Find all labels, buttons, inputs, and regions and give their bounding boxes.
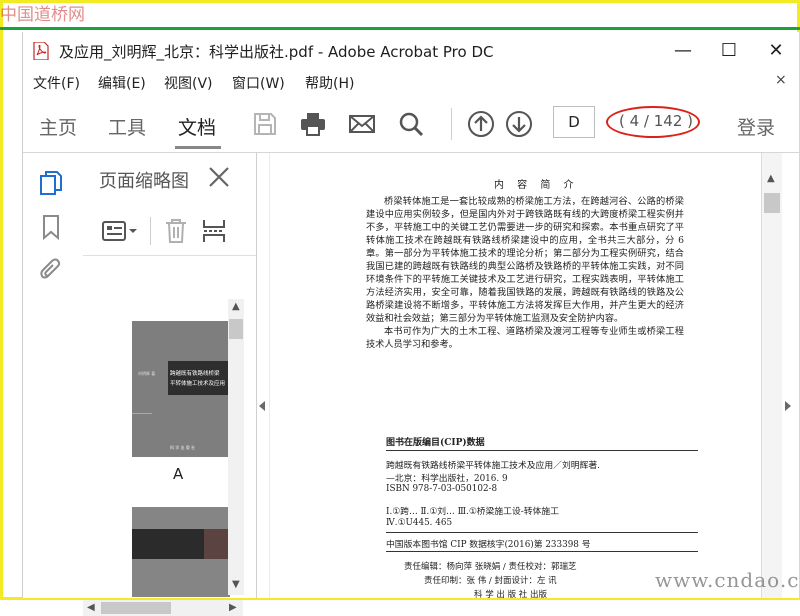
- menu-file[interactable]: 文件(F): [33, 73, 80, 93]
- thumbnail-horizontal-scrollbar[interactable]: ◀ ▶: [83, 600, 243, 616]
- thumbnail-panel: 页面缩略图 刘明辉 著 跨越既有铁路线桥梁 平转体施工技术及应用 科 学 出 版…: [83, 153, 257, 616]
- credit-line: 责任编辑：杨向萍 张晓娟 / 责任校对：郭瑞芝: [404, 562, 577, 572]
- thumbnail-scrollbar[interactable]: ▲ ▼: [228, 299, 244, 595]
- menu-edit[interactable]: 编辑(E): [98, 73, 146, 93]
- cip-line: 中国版本图书馆 CIP 数据核字(2016)第 233398 号: [386, 540, 591, 550]
- watermark-bottom: www.cndao.com: [655, 568, 800, 592]
- document-scrollbar[interactable]: ▲: [761, 153, 782, 598]
- expand-right-panel-arrow-icon[interactable]: [785, 401, 791, 411]
- close-button[interactable]: ✕: [753, 36, 799, 66]
- page-count: ( 4 / 142 ): [619, 112, 694, 130]
- scrollbar-thumb[interactable]: [229, 319, 243, 339]
- previous-page-icon[interactable]: [467, 110, 495, 138]
- tab-home[interactable]: 主页: [39, 113, 77, 140]
- active-tab-indicator: [175, 146, 221, 149]
- cip-line: Ⅰ.①跨… Ⅱ.①刘… Ⅲ.①桥梁施工设-转体施工: [386, 507, 559, 517]
- thumbnail-accent-band: [204, 529, 230, 559]
- thumbnail-title-block: [168, 361, 230, 395]
- main-toolbar: 主页 工具 文档 D (4 / 142) 登录: [23, 96, 799, 153]
- page-thumbnail-2[interactable]: [132, 507, 230, 597]
- cip-line: —北京：科学出版社，2016. 9: [386, 474, 508, 484]
- body-paragraph: 桥梁转体施工是一套比较成熟的桥梁施工方法，在跨越河谷、公路的桥梁建设中应用实例较…: [366, 196, 684, 324]
- scroll-right-arrow-icon[interactable]: ▶: [229, 602, 237, 613]
- close-panel-icon[interactable]: [207, 165, 231, 189]
- menu-close-button[interactable]: ×: [775, 72, 787, 88]
- bookmark-icon[interactable]: [37, 213, 65, 241]
- doc-scroll-up-arrow-icon[interactable]: ▲: [767, 173, 775, 184]
- cip-rule: [386, 450, 698, 451]
- page-heading: 内 容 简 介: [494, 180, 579, 191]
- page-thumbnail-1[interactable]: 刘明辉 著 跨越既有铁路线桥梁 平转体施工技术及应用 科 学 出 版 社: [132, 321, 230, 457]
- tab-document[interactable]: 文档: [178, 113, 216, 140]
- thumbnail-options-icon[interactable]: [101, 220, 141, 242]
- toolbar-divider: [451, 108, 452, 140]
- attachment-icon[interactable]: [37, 257, 65, 285]
- thumbnail-title-line2: 平转体施工技术及应用: [170, 381, 226, 387]
- watermark-top: 中国道桥网: [0, 5, 85, 25]
- cip-line: Ⅳ.①U445. 465: [386, 518, 453, 528]
- thumbnail-decoration: [132, 413, 152, 414]
- search-icon[interactable]: [397, 110, 425, 138]
- navigation-rail: [23, 153, 84, 598]
- collapse-panel-arrow-icon[interactable]: [259, 401, 265, 411]
- page-number-input[interactable]: D: [553, 106, 595, 138]
- page-body: 桥梁转体施工是一套比较成熟的桥梁施工方法，在跨越河谷、公路的桥梁建设中应用实例较…: [366, 195, 684, 351]
- cip-rule: [386, 551, 698, 552]
- credit-line: 责任印制：张 伟 / 封面设计：左 讯: [424, 576, 557, 586]
- menu-window[interactable]: 窗口(W): [232, 73, 285, 93]
- pdf-file-icon: [33, 42, 49, 60]
- next-page-icon[interactable]: [505, 110, 533, 138]
- save-icon[interactable]: [251, 110, 279, 138]
- menu-view[interactable]: 视图(V): [164, 73, 213, 93]
- cip-line: 跨越既有铁路线桥梁平转体施工技术及应用／刘明辉著.: [386, 461, 600, 471]
- panel-title: 页面缩略图: [99, 171, 189, 192]
- scroll-down-arrow-icon[interactable]: ▼: [232, 579, 240, 590]
- maximize-button[interactable]: ☐: [706, 36, 752, 66]
- scroll-left-arrow-icon[interactable]: ◀: [87, 602, 95, 613]
- thumbnail-toolbar: [83, 205, 256, 256]
- delete-page-icon[interactable]: [163, 217, 189, 245]
- accent-line: [0, 27, 800, 30]
- window-title: 及应用_刘明辉_北京：科学出版社.pdf - Adobe Acrobat Pro…: [59, 43, 494, 61]
- thumbnail-toolbar-divider: [150, 217, 151, 245]
- thumbnail-publisher: 科 学 出 版 社: [170, 445, 196, 450]
- publisher-line: 科 学 出 版 社 出版: [474, 590, 548, 600]
- cip-rule: [386, 532, 698, 533]
- acrobat-window: 及应用_刘明辉_北京：科学出版社.pdf - Adobe Acrobat Pro…: [22, 32, 799, 616]
- horizontal-scrollbar-thumb[interactable]: [101, 602, 171, 614]
- title-bar: 及应用_刘明辉_北京：科学出版社.pdf - Adobe Acrobat Pro…: [23, 32, 799, 70]
- tab-tools[interactable]: 工具: [108, 113, 146, 140]
- scroll-up-arrow-icon[interactable]: ▲: [232, 301, 240, 312]
- document-page: 内 容 简 介 桥梁转体施工是一套比较成熟的桥梁施工方法，在跨越河谷、公路的桥梁…: [269, 153, 763, 600]
- minimize-button[interactable]: —: [660, 36, 706, 66]
- thumbnail-title-line1: 跨越既有铁路线桥梁: [170, 371, 220, 377]
- menu-bar: 文件(F) 编辑(E) 视图(V) 窗口(W) 帮助(H) ×: [23, 70, 799, 96]
- login-link[interactable]: 登录: [737, 113, 775, 140]
- document-scrollbar-thumb[interactable]: [764, 193, 780, 213]
- cip-heading: 图书在版编目(CIP)数据: [386, 438, 485, 448]
- cip-line: ISBN 978-7-03-050102-8: [386, 484, 498, 494]
- page-thumbnails-icon[interactable]: [37, 169, 65, 197]
- body-paragraph: 本书可作为广大的土木工程、道路桥梁及渡河工程等专业师生或桥梁工程技术人员学习和参…: [366, 326, 684, 350]
- email-icon[interactable]: [348, 110, 376, 138]
- menu-help[interactable]: 帮助(H): [305, 73, 354, 93]
- print-icon[interactable]: [299, 110, 327, 138]
- extract-pages-icon[interactable]: [201, 217, 227, 245]
- thumbnail-author: 刘明辉 著: [138, 371, 156, 376]
- thumbnail-label: A: [173, 465, 184, 483]
